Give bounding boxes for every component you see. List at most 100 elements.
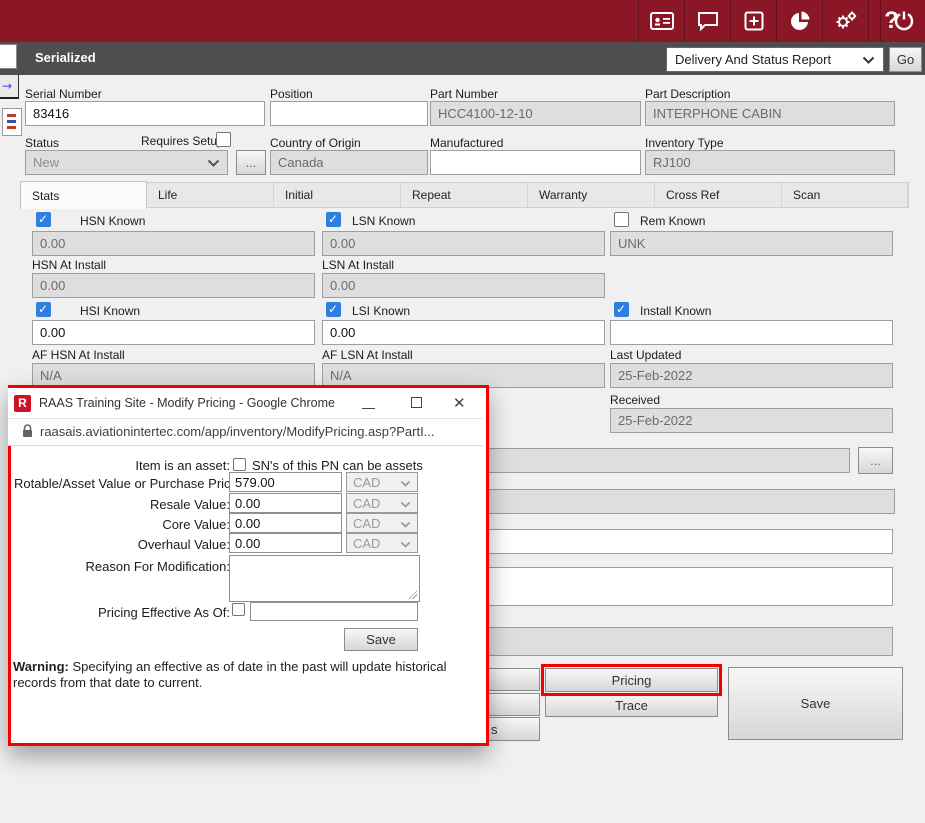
overhaul-currency-value: CAD	[353, 536, 380, 551]
report-select-value: Delivery And Status Report	[675, 52, 831, 67]
hsn-value-field: 0.00	[32, 231, 315, 256]
position-label: Position	[270, 87, 313, 101]
hsn-at-install-field: 0.00	[32, 273, 315, 298]
popup-url: raasais.aviationintertec.com/app/invento…	[40, 424, 435, 439]
rem-known-checkbox[interactable]	[614, 212, 629, 227]
manufactured-label: Manufactured	[430, 136, 503, 150]
inventory-type-label: Inventory Type	[645, 136, 724, 150]
lsi-known-checkbox[interactable]	[326, 302, 341, 317]
go-button[interactable]: Go	[889, 47, 922, 72]
app-window: ? Serialized Delivery And Status Report …	[0, 0, 925, 823]
lsn-at-install-label: LSN At Install	[322, 258, 394, 272]
status-browse-button[interactable]: ...	[236, 150, 266, 175]
top-navigation-bar: ?	[0, 0, 925, 42]
core-currency-select[interactable]: CAD	[346, 513, 418, 533]
core-input[interactable]	[229, 513, 342, 533]
effective-checkbox[interactable]	[232, 603, 245, 616]
contact-card-button[interactable]	[638, 0, 684, 42]
asset-checkbox[interactable]	[233, 458, 246, 471]
hsn-at-install-label: HSN At Install	[32, 258, 106, 272]
received-field: 25-Feb-2022	[610, 408, 893, 433]
status-select[interactable]: New	[25, 150, 228, 175]
tab-repeat[interactable]: Repeat	[401, 182, 528, 208]
status-label: Status	[25, 136, 59, 150]
raas-favicon: R	[14, 395, 31, 412]
country-of-origin-label: Country of Origin	[270, 136, 361, 150]
tab-life[interactable]: Life	[147, 182, 274, 208]
expand-arrow-icon[interactable]: →	[2, 79, 12, 93]
reason-textarea[interactable]	[229, 555, 420, 602]
requires-setup-label: Requires Setup	[141, 134, 224, 148]
resize-handle[interactable]	[408, 590, 417, 599]
warning-bold: Warning:	[13, 659, 69, 674]
logout-button[interactable]	[880, 0, 925, 42]
rotable-input[interactable]	[229, 472, 342, 492]
pricing-highlight-annotation	[541, 664, 722, 696]
hsi-known-label: HSI Known	[80, 304, 140, 318]
add-icon	[744, 11, 764, 31]
effective-date-input[interactable]	[250, 602, 418, 621]
install-known-checkbox[interactable]	[614, 302, 629, 317]
overhaul-currency-select[interactable]: CAD	[346, 533, 418, 553]
resale-input[interactable]	[229, 493, 342, 513]
position-input[interactable]	[270, 101, 428, 126]
maximize-icon[interactable]	[411, 397, 422, 408]
hidden-button-3-partial-label: s	[491, 722, 498, 737]
close-icon[interactable]: ✕	[453, 394, 466, 412]
tab-stats[interactable]: Stats	[20, 181, 147, 209]
part-number-field: HCC4100-12-10	[430, 101, 641, 126]
trace-button[interactable]: Trace	[545, 693, 718, 717]
save-button[interactable]: Save	[728, 667, 903, 740]
reason-label: Reason For Modification:	[14, 559, 230, 574]
tab-initial[interactable]: Initial	[274, 182, 401, 208]
collapsed-panel-icon[interactable]	[2, 108, 22, 136]
chevron-down-icon	[400, 536, 411, 551]
add-button[interactable]	[730, 0, 776, 42]
rotable-currency-value: CAD	[353, 475, 380, 490]
popup-save-button[interactable]: Save	[344, 628, 418, 651]
rotable-label: Rotable/Asset Value or Purchase Price:	[14, 476, 230, 491]
collapsed-panel-notch[interactable]	[0, 44, 17, 69]
hsn-known-label: HSN Known	[80, 214, 145, 228]
warning-text: Warning: Specifying an effective as of d…	[13, 659, 458, 692]
hsn-known-checkbox[interactable]	[36, 212, 51, 227]
hsi-value-input[interactable]	[32, 320, 315, 345]
resale-currency-value: CAD	[353, 496, 380, 511]
rotable-currency-select[interactable]: CAD	[346, 472, 418, 492]
af-hsn-at-install-label: AF HSN At Install	[32, 348, 125, 362]
install-value-input[interactable]	[610, 320, 893, 345]
lsn-known-checkbox[interactable]	[326, 212, 341, 227]
resale-label: Resale Value:	[14, 497, 230, 512]
hsi-known-checkbox[interactable]	[36, 302, 51, 317]
overhaul-input[interactable]	[229, 533, 342, 553]
lsn-value-field: 0.00	[322, 231, 605, 256]
minimize-icon[interactable]	[362, 408, 375, 409]
core-currency-value: CAD	[353, 516, 380, 531]
requires-setup-checkbox[interactable]	[216, 132, 231, 147]
settings-button[interactable]	[822, 0, 868, 42]
reports-button[interactable]	[776, 0, 822, 42]
core-label: Core Value:	[14, 517, 230, 532]
serial-number-input[interactable]	[25, 101, 265, 126]
warning-body: Specifying an effective as of date in th…	[13, 659, 447, 690]
report-select[interactable]: Delivery And Status Report	[666, 47, 884, 72]
lsn-at-install-field: 0.00	[322, 273, 605, 298]
page-title: Serialized	[35, 50, 96, 65]
chevron-down-icon	[400, 516, 411, 531]
tab-warranty[interactable]: Warranty	[528, 182, 655, 208]
field-browse-button[interactable]: ...	[858, 447, 893, 474]
last-updated-label: Last Updated	[610, 348, 681, 362]
chevron-down-icon	[207, 155, 220, 170]
tab-scan[interactable]: Scan	[782, 182, 909, 208]
tab-cross-ref[interactable]: Cross Ref	[655, 182, 782, 208]
resale-currency-select[interactable]: CAD	[346, 493, 418, 513]
manufactured-input[interactable]	[430, 150, 641, 175]
rem-value-field: UNK	[610, 231, 893, 256]
popup-window-title: RAAS Training Site - Modify Pricing - Go…	[39, 396, 335, 410]
contact-card-icon	[650, 12, 674, 30]
chat-button[interactable]	[684, 0, 730, 42]
inventory-type-field: RJ100	[645, 150, 895, 175]
chevron-down-icon	[400, 475, 411, 490]
country-of-origin-field: Canada	[270, 150, 428, 175]
lsi-value-input[interactable]	[322, 320, 605, 345]
